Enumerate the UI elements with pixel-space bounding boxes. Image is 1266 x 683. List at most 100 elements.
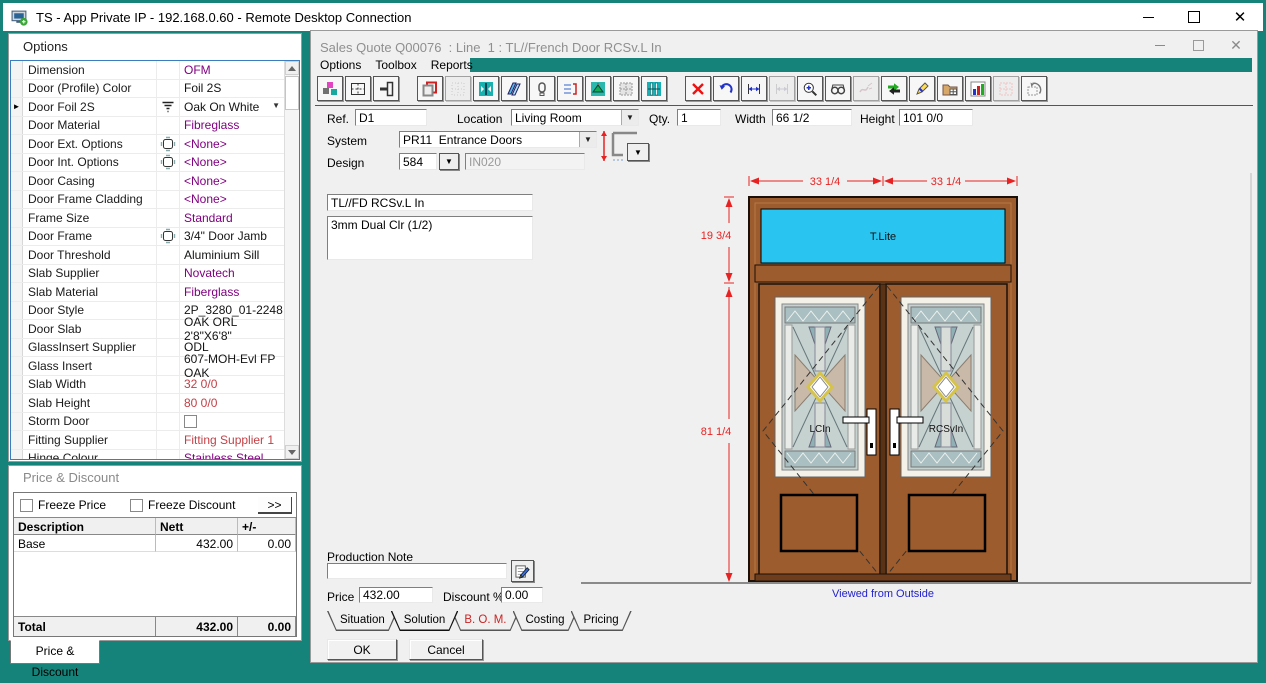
maximize-button[interactable]	[1171, 3, 1217, 31]
door-panel-icon[interactable]	[373, 76, 399, 101]
option-row[interactable]: Slab SupplierNovatech	[11, 265, 285, 284]
option-value[interactable]: OFM	[180, 61, 285, 79]
option-row[interactable]: Door Ext. Options<None>	[11, 135, 285, 154]
muntin-icon[interactable]	[613, 76, 639, 101]
delete-icon[interactable]	[685, 76, 711, 101]
option-value[interactable]: OAK ORL 2'8"X6'8"	[180, 320, 285, 338]
option-value[interactable]: 607-MOH-Evl FP OAK	[180, 357, 285, 375]
option-row[interactable]: Hinge ColourStainless Steel	[11, 450, 285, 461]
height-input[interactable]	[899, 109, 973, 126]
option-row[interactable]: Door Casing<None>	[11, 172, 285, 191]
option-value[interactable]: Novatech	[180, 265, 285, 283]
tab-b-o-m[interactable]: B. O. M.	[451, 611, 519, 631]
design-dropdown-button[interactable]: ▼	[439, 153, 459, 170]
filter-icon[interactable]	[157, 98, 180, 116]
bars-icon[interactable]	[641, 76, 667, 101]
option-row[interactable]: Glass Insert607-MOH-Evl FP OAK	[11, 357, 285, 376]
qty-input[interactable]	[677, 109, 721, 126]
tab-costing[interactable]: Costing	[513, 611, 578, 631]
option-row[interactable]: Door (Profile) ColorFoil 2S	[11, 80, 285, 99]
option-value[interactable]: Standard	[180, 209, 285, 227]
option-value[interactable]: Fitting Supplier 1	[180, 431, 285, 449]
discount-input[interactable]	[501, 587, 543, 603]
option-row[interactable]: Storm Door	[11, 413, 285, 432]
option-row[interactable]: Slab Height80 0/0	[11, 394, 285, 413]
location-select[interactable]: Living Room ▼	[511, 109, 639, 126]
edit-note-button[interactable]	[511, 560, 534, 582]
option-row[interactable]: Door Frame Cladding<None>	[11, 191, 285, 210]
menu-toolbox[interactable]: Toolbox	[375, 58, 416, 72]
child-maximize-button[interactable]	[1191, 38, 1205, 52]
hardware-icon[interactable]	[529, 76, 555, 101]
design-input[interactable]	[399, 153, 437, 170]
option-value[interactable]: <None>	[180, 172, 285, 190]
option-value[interactable]: <None>	[180, 135, 285, 153]
zoom-icon[interactable]	[797, 76, 823, 101]
option-row[interactable]: Slab MaterialFiberglass	[11, 283, 285, 302]
option-value[interactable]: Stainless Steel	[180, 450, 285, 461]
option-value[interactable]: Fibreglass	[180, 117, 285, 135]
chart-icon[interactable]	[965, 76, 991, 101]
label-grid-disabled-icon[interactable]	[993, 76, 1019, 101]
freeze-price-checkbox[interactable]	[20, 499, 33, 512]
option-value[interactable]: Foil 2S	[180, 80, 285, 98]
option-value[interactable]: Aluminium Sill	[180, 246, 285, 264]
option-value[interactable]: Fiberglass	[180, 283, 285, 301]
annotate-disabled-icon[interactable]	[853, 76, 879, 101]
profile-dropdown-button[interactable]: ▼	[627, 143, 649, 161]
option-value[interactable]: Oak On White▼	[180, 98, 285, 116]
ok-button[interactable]: OK	[327, 639, 397, 660]
cancel-button[interactable]: Cancel	[409, 639, 483, 660]
scroll-down-icon[interactable]	[285, 445, 299, 459]
options-cell-icon[interactable]	[157, 135, 180, 153]
menu-reports[interactable]: Reports	[431, 58, 473, 72]
option-row[interactable]: ►Door Foil 2SOak On White▼	[11, 98, 285, 117]
expand-price-button[interactable]: >>	[258, 497, 292, 514]
scrollbar-thumb[interactable]	[285, 76, 299, 110]
tab-solution[interactable]: Solution	[391, 611, 459, 631]
tab-price-discount[interactable]: Price & Discount	[10, 640, 100, 664]
scroll-up-icon[interactable]	[285, 61, 299, 75]
option-row[interactable]: Door SlabOAK ORL 2'8"X6'8"	[11, 320, 285, 339]
price-input[interactable]	[359, 587, 433, 603]
option-value[interactable]: 80 0/0	[180, 394, 285, 412]
child-close-button[interactable]: ✕	[1229, 38, 1243, 52]
price-row[interactable]: Base432.000.00	[14, 535, 296, 552]
extend-icon[interactable]	[585, 76, 611, 101]
tab-situation[interactable]: Situation	[327, 611, 398, 631]
option-value[interactable]	[180, 413, 285, 431]
folder-grid-icon[interactable]	[937, 76, 963, 101]
tab-pricing[interactable]: Pricing	[571, 611, 632, 631]
ref-input[interactable]	[355, 109, 427, 126]
production-note-input[interactable]	[327, 563, 507, 579]
system-dropdown-icon[interactable]: ▼	[579, 132, 596, 147]
close-button[interactable]: ✕	[1217, 3, 1263, 31]
option-value[interactable]: 3/4" Door Jamb	[180, 228, 285, 246]
menu-options[interactable]: Options	[320, 58, 361, 72]
undo-icon[interactable]	[713, 76, 739, 101]
width-input[interactable]	[772, 109, 852, 126]
profile-blocks-icon[interactable]	[317, 76, 343, 101]
option-row[interactable]: Frame SizeStandard	[11, 209, 285, 228]
option-list-icon[interactable]	[557, 76, 583, 101]
options-scrollbar[interactable]	[284, 61, 299, 459]
option-value[interactable]: 32 0/0	[180, 376, 285, 394]
option-value[interactable]: <None>	[180, 154, 285, 172]
option-row[interactable]: Door MaterialFibreglass	[11, 117, 285, 136]
options-cell-icon[interactable]	[157, 228, 180, 246]
pen-icon[interactable]	[909, 76, 935, 101]
option-row[interactable]: Door ThresholdAluminium Sill	[11, 246, 285, 265]
grid-disabled-icon[interactable]	[445, 76, 471, 101]
option-row[interactable]: Door Frame3/4" Door Jamb	[11, 228, 285, 247]
glass-spec-box[interactable]: 3mm Dual Clr (1/2)	[327, 216, 533, 260]
glazing-icon[interactable]	[501, 76, 527, 101]
view-3d-icon[interactable]	[825, 76, 851, 101]
child-minimize-button[interactable]	[1153, 38, 1167, 52]
options-cell-icon[interactable]	[157, 154, 180, 172]
minimize-button[interactable]	[1125, 3, 1171, 31]
option-value[interactable]: <None>	[180, 191, 285, 209]
option-row[interactable]: Slab Width32 0/0	[11, 376, 285, 395]
split-window-icon[interactable]	[473, 76, 499, 101]
swap-icon[interactable]	[881, 76, 907, 101]
option-row[interactable]: Fitting SupplierFitting Supplier 1	[11, 431, 285, 450]
